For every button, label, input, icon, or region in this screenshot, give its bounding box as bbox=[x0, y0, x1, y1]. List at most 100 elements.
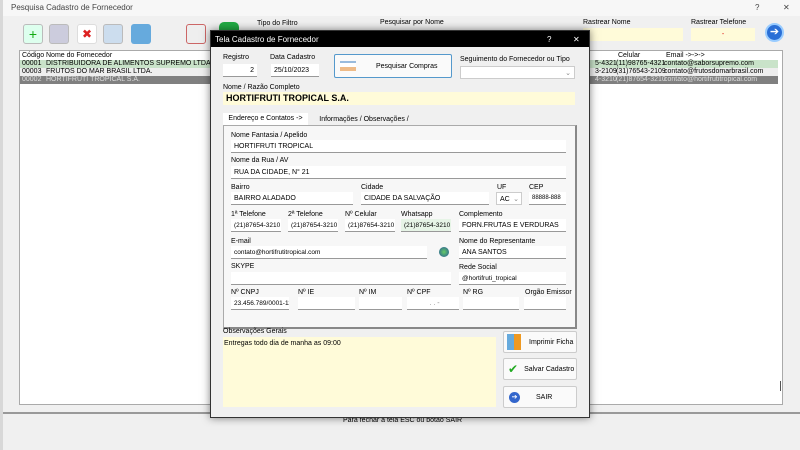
skype-label: SKYPE bbox=[231, 263, 255, 270]
cell-email: contato@saborsupremo.com bbox=[664, 60, 754, 67]
orgao-field[interactable] bbox=[524, 297, 566, 310]
tab-address-contacts[interactable]: Endereço e Contatos -> bbox=[223, 113, 308, 125]
data-cadastro-label: Data Cadastro bbox=[270, 54, 316, 61]
dialog-close-button[interactable]: ✕ bbox=[573, 35, 580, 44]
fantasia-label: Nome Fantasia / Apelido bbox=[231, 132, 308, 139]
save-label: Salvar Cadastro bbox=[524, 365, 575, 373]
email-icon[interactable] bbox=[186, 24, 206, 44]
rep-label: Nome do Representante bbox=[459, 238, 536, 245]
filter-type-label: Tipo do Filtro bbox=[257, 20, 298, 27]
footer-hint: Para fechar a tela ESC ou botão SAIR bbox=[343, 417, 463, 424]
name-label: Nome / Razão Completo bbox=[223, 84, 300, 91]
fantasia-field[interactable]: HORTIFRUTI TROPICAL bbox=[231, 140, 566, 153]
orgao-label: Orgão Emissor bbox=[525, 289, 572, 296]
im-label: Nº IM bbox=[359, 289, 377, 296]
help-button[interactable]: ? bbox=[755, 3, 759, 12]
save-button[interactable]: ✔ Salvar Cadastro bbox=[503, 358, 577, 380]
track-name-input[interactable] bbox=[583, 28, 683, 41]
header-cell: Celular bbox=[618, 52, 641, 59]
dialog-help-button[interactable]: ? bbox=[547, 35, 551, 44]
tel2-field[interactable]: (21)87654-3210 bbox=[288, 219, 338, 232]
check-icon: ✔ bbox=[508, 362, 519, 376]
bairro-label: Bairro bbox=[231, 184, 250, 191]
social-field[interactable]: @hortifruti_tropical bbox=[459, 272, 566, 285]
segment-label: Seguimento do Fornecedor ou Tipo bbox=[460, 56, 570, 63]
skype-field[interactable] bbox=[231, 272, 451, 285]
rg-field[interactable] bbox=[463, 297, 519, 310]
cidade-field[interactable]: CIDADE DA SALVAÇÃO bbox=[361, 192, 489, 205]
send-email-icon[interactable] bbox=[439, 247, 449, 257]
registro-label: Registro bbox=[223, 54, 250, 61]
delete-icon[interactable]: ✖ bbox=[77, 24, 97, 44]
header-code: Código bbox=[22, 52, 45, 59]
im-field[interactable] bbox=[359, 297, 402, 310]
rua-label: Nome da Rua / AV bbox=[231, 157, 289, 164]
segment-select[interactable]: ⌄ bbox=[460, 66, 575, 79]
tel2-label: 2ª Telefone bbox=[288, 211, 323, 218]
header-name: Nome do Fornecedor bbox=[46, 52, 113, 59]
cep-label: CEP bbox=[529, 184, 544, 191]
exit-button[interactable]: ➔ SAIR bbox=[503, 386, 577, 408]
arrow-right-icon[interactable]: ➔ bbox=[765, 23, 784, 42]
whats-label: Whatsapp bbox=[401, 211, 433, 218]
uf-select[interactable]: AC ⌄ bbox=[496, 192, 522, 205]
data-cadastro-field[interactable]: 25/10/2023 bbox=[271, 64, 319, 77]
compl-field[interactable]: FORN.FRUTAS E VERDURAS bbox=[459, 219, 566, 232]
registro-field[interactable]: 2 bbox=[223, 64, 257, 77]
scrollbar[interactable] bbox=[780, 381, 781, 391]
supplier-dialog: Tela Cadastro de Fornecedor ? ✕ Registro… bbox=[210, 30, 590, 418]
cpf-field[interactable]: . . - bbox=[407, 297, 459, 310]
cell-phone: 3-2109 bbox=[595, 68, 617, 75]
print-record-icon bbox=[507, 334, 521, 350]
arrow-right-icon: ➔ bbox=[509, 391, 520, 403]
chevron-down-icon: ⌄ bbox=[565, 70, 571, 77]
cnpj-label: Nº CNPJ bbox=[231, 289, 259, 296]
cnpj-field[interactable]: 23.456.789/0001-11 bbox=[231, 297, 289, 310]
chevron-down-icon: ⌄ bbox=[513, 196, 519, 203]
print-record-button[interactable]: Imprimir Ficha bbox=[503, 331, 577, 353]
tel1-label: 1ª Telefone bbox=[231, 211, 266, 218]
dialog-title-bar: Tela Cadastro de Fornecedor ? ✕ bbox=[211, 31, 589, 47]
search-purchases-button[interactable]: Pesquisar Compras bbox=[334, 54, 452, 78]
cell-name: DISTRIBUIDORA DE ALIMENTOS SUPREMO LTDA. bbox=[46, 60, 213, 67]
compl-label: Complemento bbox=[459, 211, 503, 218]
cell-name: HORTIFRUTI TROPICAL S.A. bbox=[46, 76, 140, 83]
ie-field[interactable] bbox=[298, 297, 355, 310]
cel-label: Nº Celular bbox=[345, 211, 377, 218]
edit-icon[interactable] bbox=[49, 24, 69, 44]
tel1-field[interactable]: (21)87654-3210 bbox=[231, 219, 281, 232]
print-icon[interactable] bbox=[103, 24, 123, 44]
search-purchases-label: Pesquisar Compras bbox=[376, 62, 438, 70]
exit-label: SAIR bbox=[536, 393, 553, 401]
header-email: Email ->->-> bbox=[666, 52, 705, 59]
name-field[interactable]: HORTIFRUTI TROPICAL S.A. bbox=[223, 92, 575, 105]
close-button[interactable]: ✕ bbox=[783, 3, 790, 12]
report-icon[interactable] bbox=[131, 24, 151, 44]
cel-field[interactable]: (21)87654-3210 bbox=[345, 219, 395, 232]
social-label: Rede Social bbox=[459, 264, 497, 271]
obs-label: Observações Gerais bbox=[223, 328, 287, 335]
bairro-field[interactable]: BAIRRO ALADADO bbox=[231, 192, 353, 205]
track-name-label: Rastrear Nome bbox=[583, 19, 631, 26]
cell-email: contato@frutosdomarbrasil.com bbox=[664, 68, 764, 75]
rg-label: Nº RG bbox=[463, 289, 484, 296]
uf-value: AC bbox=[500, 196, 510, 203]
tab-info-history[interactable]: Informações / Observações / Histórico bbox=[308, 114, 420, 134]
cell-email: contato@hortifrutitropical.com bbox=[664, 76, 758, 83]
email-label: E-mail bbox=[231, 238, 251, 245]
add-icon[interactable]: + bbox=[23, 24, 43, 44]
cell-cell: (31)76543-2109 bbox=[616, 68, 666, 75]
rua-field[interactable]: RUA DA CIDADE, N° 21 bbox=[231, 166, 566, 179]
cep-field[interactable]: 88888-888 bbox=[529, 192, 566, 205]
rep-field[interactable]: ANA SANTOS bbox=[459, 246, 566, 259]
purchases-icon bbox=[340, 61, 356, 71]
whats-field[interactable]: (21)87654-3210 bbox=[401, 219, 451, 232]
cell-cell: (11)98765-4321 bbox=[616, 60, 666, 67]
ie-label: Nº IE bbox=[298, 289, 315, 296]
cell-name: FRUTOS DO MAR BRASIL LTDA. bbox=[46, 68, 153, 75]
track-phone-input[interactable]: - bbox=[691, 28, 755, 41]
cpf-label: Nº CPF bbox=[407, 289, 431, 296]
obs-textarea[interactable]: Entregas todo dia de manha as 09:00 bbox=[223, 337, 496, 407]
cell-code: 00001 bbox=[22, 60, 42, 67]
email-field[interactable]: contato@hortifrutitropical.com bbox=[231, 246, 427, 259]
